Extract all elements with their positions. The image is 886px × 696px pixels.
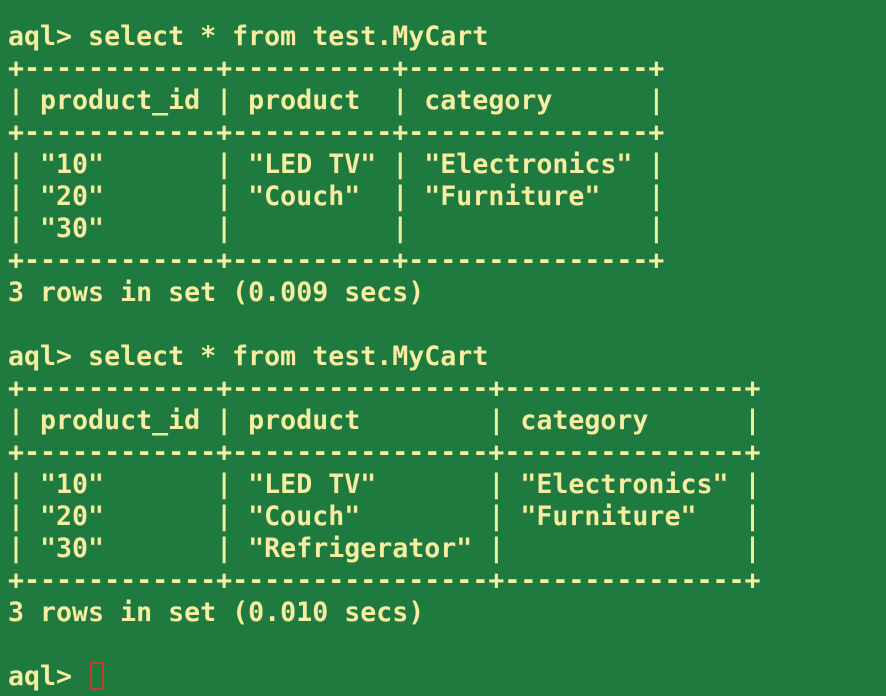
prompt-text: aql> [8,661,89,692]
prompt-query-1: aql> select * from test.MyCart [8,21,489,52]
table-row: | "20" | "Couch" | "Furniture" | [8,501,761,532]
table-2-border-header: +------------+----------------+---------… [8,437,761,468]
table-row: | "10" | "LED TV" | "Electronics" | [8,469,761,500]
table-row: | "20" | "Couch" | "Furniture" | [8,181,665,212]
table-row: | "30" | "Refrigerator" | | [8,533,761,564]
prompt-query-2: aql> select * from test.MyCart [8,341,489,372]
table-2-header-row: | product_id | product | category | [8,405,761,436]
table-row: | "30" | | | [8,213,665,244]
table-2-border-top: +------------+----------------+---------… [8,373,761,404]
table-1-border-top: +------------+----------+---------------… [8,53,665,84]
table-1-border-header: +------------+----------+---------------… [8,117,665,148]
table-row: | "10" | "LED TV" | "Electronics" | [8,149,665,180]
table-2-border-bottom: +------------+----------------+---------… [8,565,761,596]
table-1-border-bottom: +------------+----------+---------------… [8,245,665,276]
table-1-header-row: | product_id | product | category | [8,85,665,116]
cursor [90,662,105,690]
terminal-window[interactable]: aql> select * from test.MyCart +--------… [0,0,886,696]
prompt-line[interactable]: aql> [8,661,105,693]
result-summary-2: 3 rows in set (0.010 secs) [8,597,425,628]
result-summary-1: 3 rows in set (0.009 secs) [8,277,425,308]
